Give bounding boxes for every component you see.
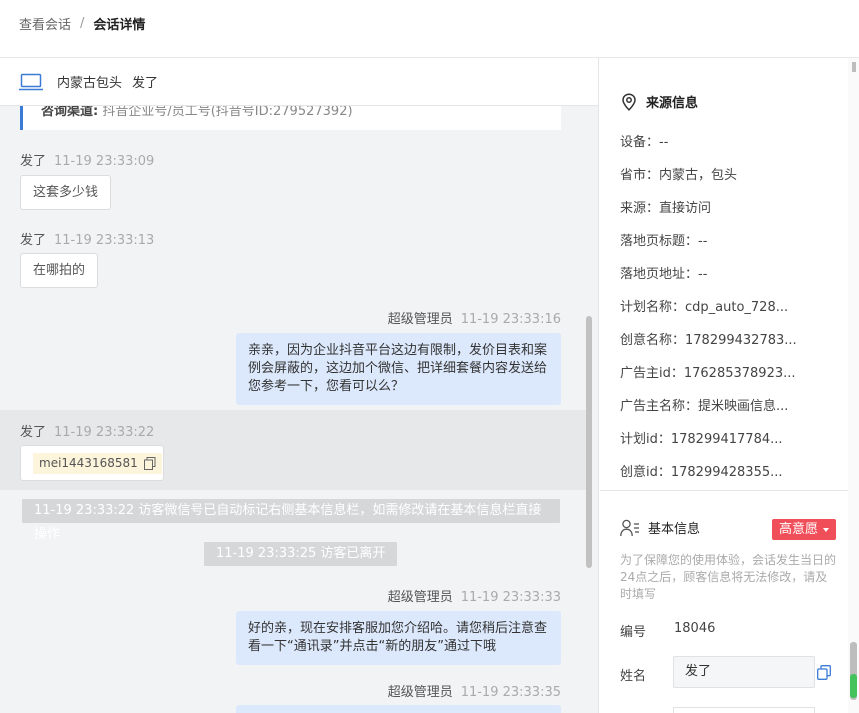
source-info-title: 来源信息: [621, 92, 698, 111]
next-field[interactable]: [673, 707, 815, 713]
caret-down-icon: [823, 527, 830, 532]
name-label: 姓名: [620, 669, 647, 684]
wechat-id-bubble: mei1443168581: [20, 445, 164, 481]
copy-icon[interactable]: [143, 457, 156, 470]
name-field[interactable]: 发了: [673, 656, 815, 688]
sender-name: 超级管理员: [387, 312, 453, 327]
message-time: 11-19 23:33:09: [54, 154, 155, 169]
system-notice: 11-19 23:33:22 访客微信号已自动标记右侧基本信息栏，如需修改请在基…: [22, 499, 560, 542]
channel-value: 抖音企业号/员工号(抖音号ID:279527392): [102, 104, 353, 119]
system-notice: 11-19 23:33:25 访客已离开: [204, 542, 398, 566]
agent-message-bubble: [236, 705, 561, 713]
intent-level-dropdown[interactable]: 高意愿: [772, 519, 837, 540]
message-meta: 超级管理员 11-19 23:33:16: [388, 308, 561, 327]
source-plan-id: 计划id：178299417784...: [620, 432, 783, 447]
source-advertiser-id: 广告主id：176285378923...: [620, 366, 796, 381]
sender-name: 超级管理员: [387, 685, 453, 700]
message-meta: 超级管理员 11-19 23:33:35: [388, 681, 561, 700]
message-time: 11-19 23:33:33: [460, 590, 561, 605]
edit-deadline-note: 为了保障您的使用体验，会话发生当日的24点之后，顾客信息将无法修改，请及时填写: [620, 553, 837, 601]
top-bar: 查看会话 / 会话详情: [0, 0, 859, 58]
section-title-text: 来源信息: [646, 96, 699, 111]
visitor-location: 内蒙古包头: [57, 76, 123, 91]
visitor-name: 发了: [132, 76, 159, 91]
location-pin-icon: [622, 92, 636, 111]
conversation-pane: 咨询渠道: 抖音企业号/员工号(抖音号ID:279527392) 发了 11-19…: [0, 58, 599, 713]
id-value: 18046: [674, 621, 716, 636]
source-advertiser-name: 广告主名称：提米映画信息...: [620, 399, 789, 414]
copy-icon[interactable]: [817, 665, 831, 680]
basic-info-title: 基本信息: [620, 518, 700, 537]
sender-name: 发了: [20, 154, 47, 169]
wechat-id-tag[interactable]: mei1443168581: [33, 453, 162, 474]
breadcrumb-separator: /: [80, 16, 85, 31]
source-info-section: 来源信息 设备：-- 省市：内蒙古，包头 来源：直接访问 落地页标题：-- 落地…: [600, 58, 859, 491]
breadcrumb-current: 会话详情: [93, 18, 146, 33]
intent-level-label: 高意愿: [779, 522, 819, 537]
source-plan-name: 计划名称：cdp_auto_728...: [620, 300, 789, 315]
section-title-text: 基本信息: [648, 522, 701, 537]
source-creative-id: 创意id：178299428355...: [620, 465, 783, 480]
agent-message-bubble: 好的亲，现在安排客服加您介绍哈。请您稍后注意查看一下“通讯录”并点击“新的朋友”…: [236, 611, 561, 665]
laptop-icon: [19, 73, 43, 90]
wechat-id-text: mei1443168581: [39, 456, 138, 470]
source-origin: 来源：直接访问: [620, 201, 712, 216]
source-landing-title: 落地页标题：--: [620, 234, 708, 249]
conversation-header: 内蒙古包头 发了: [0, 58, 598, 106]
panel-scroll-up-arrow[interactable]: [852, 62, 856, 72]
source-province-city: 省市：内蒙古，包头: [620, 168, 738, 183]
panel-scrollbar-track: [848, 58, 859, 713]
user-info-icon: [620, 519, 639, 536]
agent-message-bubble: 亲亲，因为企业抖音平台这边有限制，发价目表和案例会屏蔽的，这边加个微信、把详细套…: [236, 333, 561, 405]
info-panel: 来源信息 设备：-- 省市：内蒙古，包头 来源：直接访问 落地页标题：-- 落地…: [600, 58, 859, 713]
message-time: 11-19 23:33:16: [460, 312, 561, 327]
visitor-message-bubble: 在哪拍的: [20, 253, 99, 288]
message-scrollbar[interactable]: [586, 316, 592, 568]
source-creative-name: 创意名称：178299432783...: [620, 333, 797, 348]
sender-name: 超级管理员: [387, 590, 453, 605]
message-list[interactable]: 咨询渠道: 抖音企业号/员工号(抖音号ID:279527392) 发了 11-19…: [0, 58, 598, 713]
breadcrumb-parent-link[interactable]: 查看会话: [19, 14, 71, 33]
message-meta: 发了 11-19 23:33:09: [20, 150, 154, 169]
breadcrumb: 查看会话 / 会话详情: [19, 14, 145, 33]
message-meta: 发了 11-19 23:33:13: [20, 229, 154, 248]
message-time: 11-19 23:33:22: [54, 425, 155, 440]
message-time: 11-19 23:33:13: [54, 233, 155, 248]
message-meta: 发了 11-19 23:33:22: [20, 421, 154, 440]
visitor-message-bubble: 这套多少钱: [20, 175, 112, 210]
source-landing-url: 落地页地址：--: [620, 267, 708, 282]
message-time: 11-19 23:33:35: [460, 685, 561, 700]
message-meta: 超级管理员 11-19 23:33:33: [388, 586, 561, 605]
channel-label: 咨询渠道:: [41, 104, 99, 119]
id-label: 编号: [620, 625, 647, 640]
panel-scroll-indicator: [850, 674, 857, 698]
source-device: 设备：--: [620, 135, 669, 150]
sender-name: 发了: [20, 425, 47, 440]
sender-name: 发了: [20, 233, 47, 248]
